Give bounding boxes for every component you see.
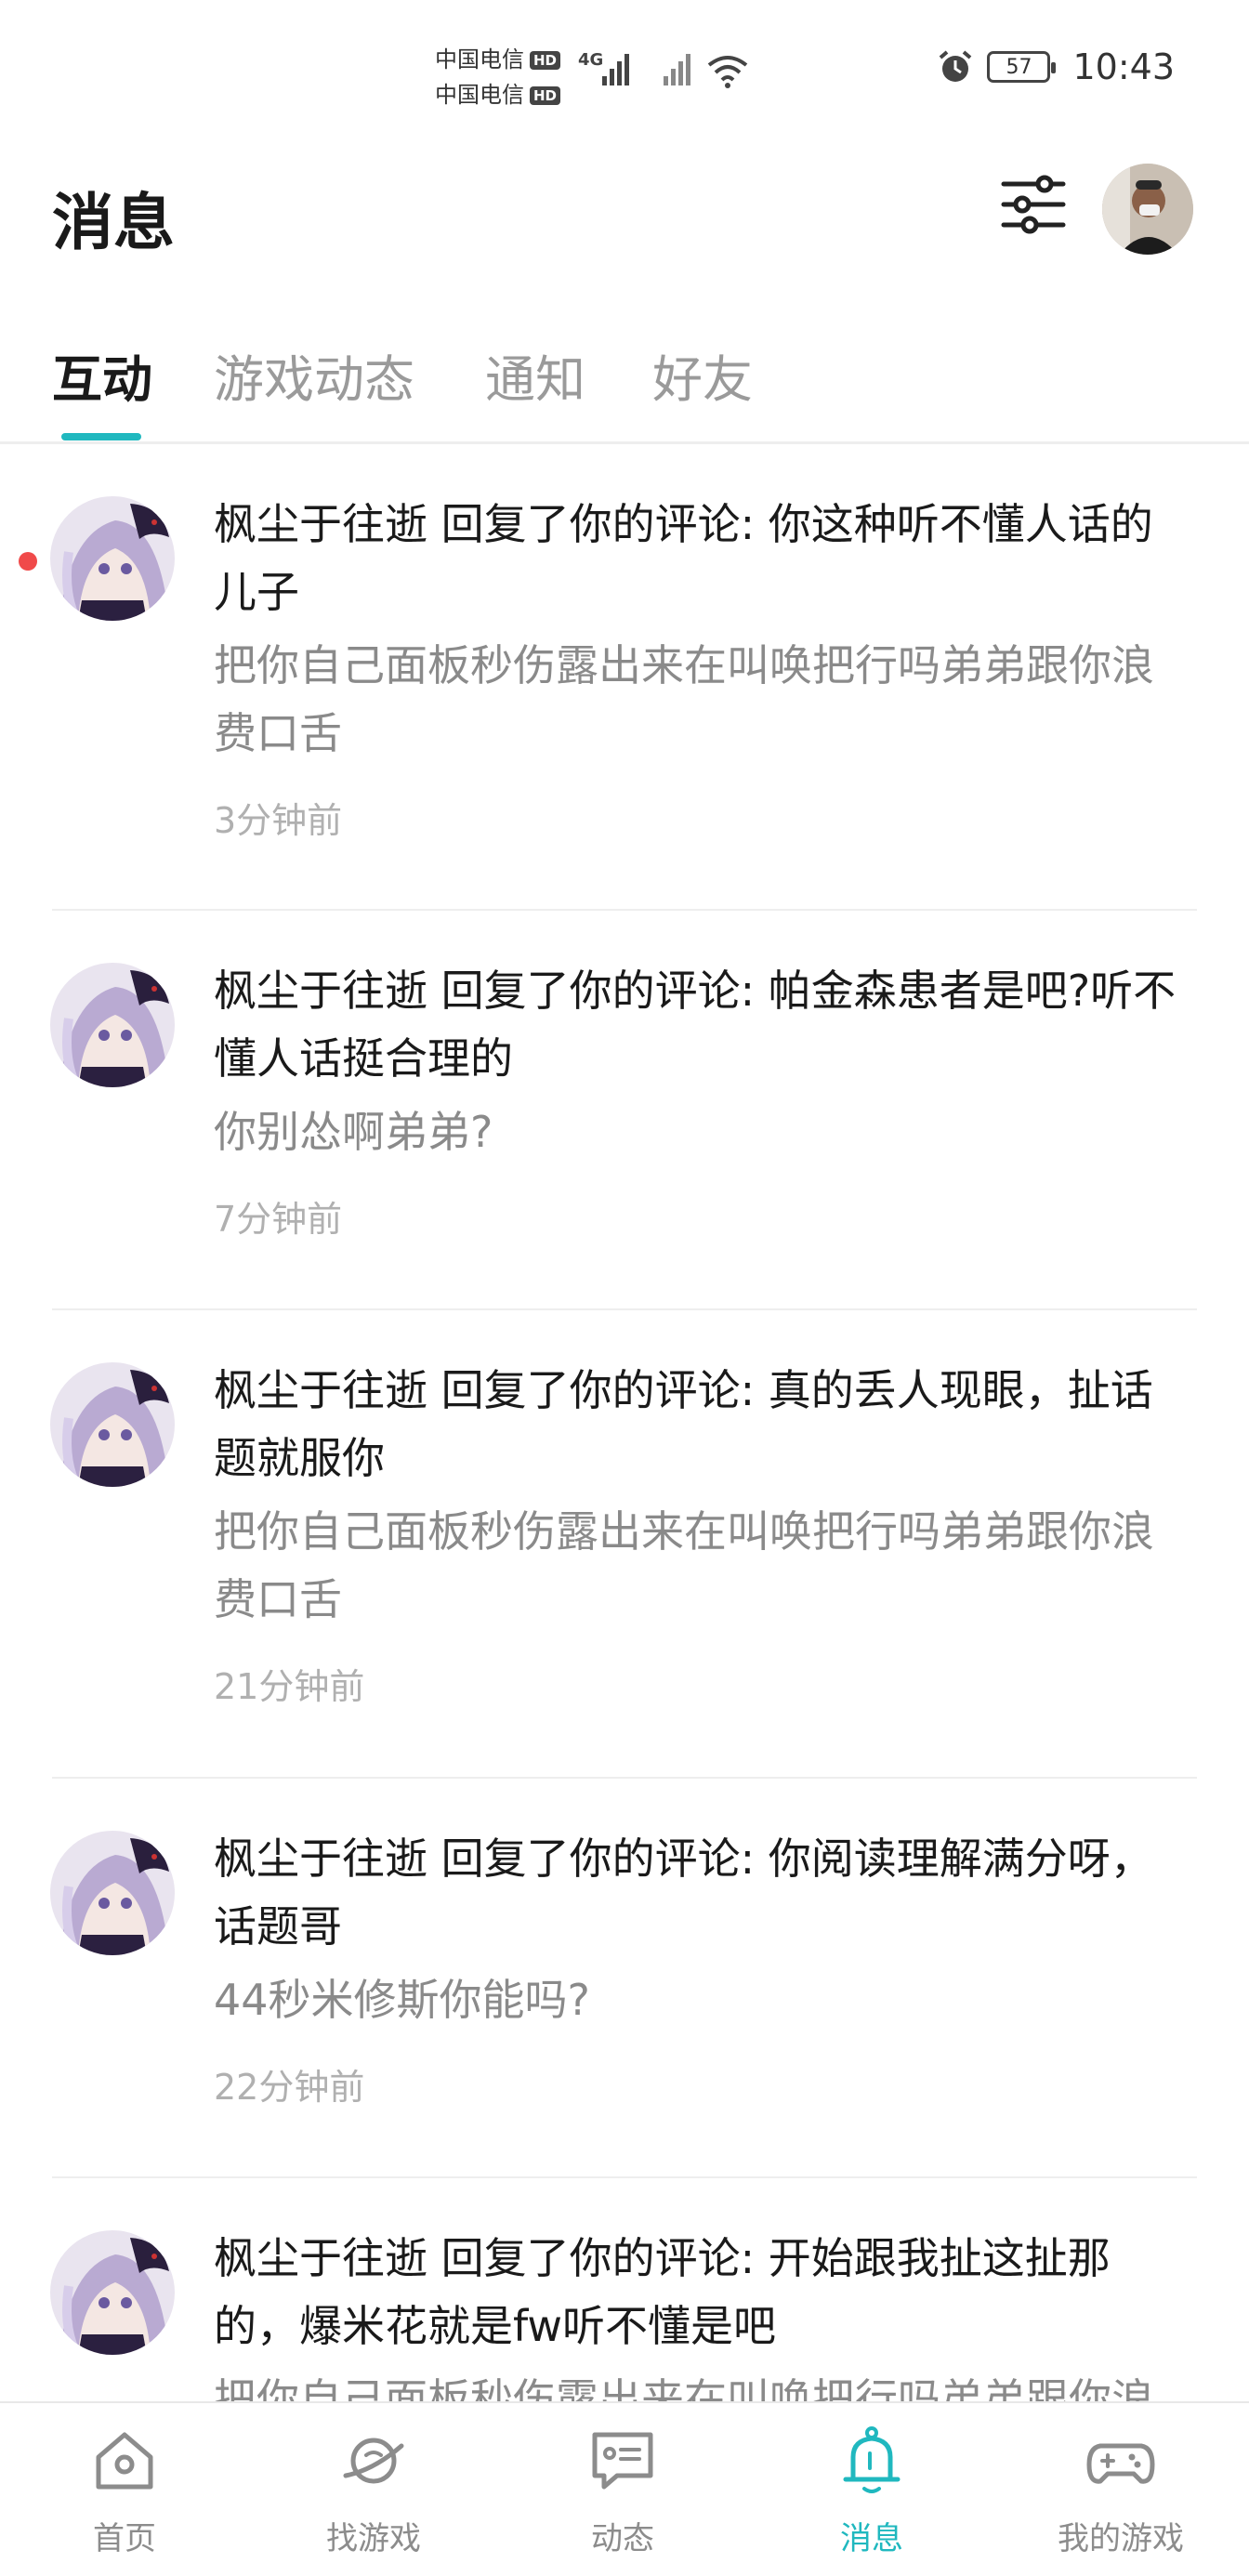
alarm-icon <box>940 50 972 82</box>
user-avatar[interactable] <box>1102 164 1193 255</box>
filter-button[interactable] <box>996 167 1071 242</box>
gamepad-icon <box>1086 2443 1155 2484</box>
nav-find-games[interactable]: 找游戏 <box>249 2403 498 2576</box>
message-time: 7分钟前 <box>214 1199 343 1240</box>
hd-badge: HD <box>530 86 561 105</box>
unread-dot <box>19 552 37 571</box>
message-content: 你别怂啊弟弟? <box>214 1107 493 1157</box>
divider <box>52 1777 1197 1779</box>
cell-signal-icon-2 <box>660 45 701 91</box>
tab-interaction[interactable]: 互动 <box>52 338 152 412</box>
sender-avatar[interactable] <box>50 496 175 621</box>
tab-notifications[interactable]: 通知 <box>485 338 585 412</box>
message-body: 枫尘于往逝 回复了你的评论: 开始跟我扯这扯那的，爆米花就是fw听不懂是吧 把你… <box>214 2225 1177 2401</box>
battery-indicator: 57 <box>987 51 1057 83</box>
message-title: 枫尘于往逝 回复了你的评论: 帕金森患者是吧?听不懂人话挺合理的 <box>214 966 1177 1084</box>
feed-icon <box>592 2432 653 2490</box>
home-icon <box>96 2432 153 2490</box>
clock: 10:43 <box>1072 46 1175 87</box>
divider <box>52 909 1197 911</box>
message-body: 枫尘于往逝 回复了你的评论: 真的丢人现眼，扯话题就服你 把你自己面板秒伤露出来… <box>214 1357 1177 1709</box>
nav-label: 消息 <box>840 2520 903 2557</box>
nav-messages[interactable]: 消息 <box>747 2403 996 2576</box>
nav-home[interactable]: 首页 <box>0 2403 249 2576</box>
message-time: 3分钟前 <box>214 800 343 841</box>
nav-my-games[interactable]: 我的游戏 <box>996 2403 1245 2576</box>
planet-icon <box>343 2438 404 2484</box>
message-content: 把你自己面板秒伤露出来在叫唤把行吗弟弟跟你浪费口舌 <box>214 1506 1154 1624</box>
avatar-photo <box>1102 164 1193 255</box>
cell-signal-icon-1: 4G <box>576 45 634 91</box>
page-title: 消息 <box>52 187 175 258</box>
message-title: 枫尘于往逝 回复了你的评论: 开始跟我扯这扯那的，爆米花就是fw听不懂是吧 <box>214 2233 1111 2351</box>
message-title: 枫尘于往逝 回复了你的评论: 真的丢人现眼，扯话题就服你 <box>214 1365 1153 1483</box>
message-list: 枫尘于往逝 回复了你的评论: 你这种听不懂人话的儿子 把你自己面板秒伤露出来在叫… <box>0 444 1249 2401</box>
carrier-1: 中国电信 HD <box>435 41 561 73</box>
bottom-nav: 首页 找游戏 动态 消息 我的游戏 <box>0 2401 1249 2576</box>
sender-avatar[interactable] <box>50 963 175 1087</box>
app-header: 消息 <box>0 139 1249 288</box>
tab-game-news[interactable]: 游戏动态 <box>214 338 414 412</box>
message-title: 枫尘于往逝 回复了你的评论: 你这种听不懂人话的儿子 <box>214 499 1153 617</box>
message-content: 把你自己面板秒伤露出来在叫唤把行吗弟弟跟你浪费口舌 <box>214 2374 1154 2401</box>
status-bar: 中国电信 HD 中国电信 HD 4G 57 10:43 <box>0 0 1249 139</box>
active-tab-indicator <box>61 433 141 440</box>
message-content: 44秒米修斯你能吗? <box>214 1975 590 2025</box>
svg-text:4G: 4G <box>578 50 603 70</box>
message-body: 枫尘于往逝 回复了你的评论: 你阅读理解满分呀，话题哥 44秒米修斯你能吗? 2… <box>214 1825 1177 2109</box>
message-content: 把你自己面板秒伤露出来在叫唤把行吗弟弟跟你浪费口舌 <box>214 640 1154 758</box>
tab-bar: 互动 游戏动态 通知 好友 <box>0 325 1249 444</box>
nav-feed[interactable]: 动态 <box>498 2403 747 2576</box>
bell-icon <box>843 2426 901 2493</box>
sender-avatar[interactable] <box>50 1362 175 1487</box>
tab-friends[interactable]: 好友 <box>652 338 753 412</box>
status-right: 57 10:43 <box>937 46 1175 87</box>
message-body: 枫尘于往逝 回复了你的评论: 帕金森患者是吧?听不懂人话挺合理的 你别怂啊弟弟?… <box>214 957 1177 1242</box>
sender-avatar[interactable] <box>50 1831 175 1955</box>
message-body: 枫尘于往逝 回复了你的评论: 你这种听不懂人话的儿子 把你自己面板秒伤露出来在叫… <box>214 491 1177 843</box>
divider <box>52 1308 1197 1310</box>
message-time: 22分钟前 <box>214 2067 365 2108</box>
message-title: 枫尘于往逝 回复了你的评论: 你阅读理解满分呀，话题哥 <box>214 1833 1153 1952</box>
nav-label: 首页 <box>93 2520 156 2557</box>
nav-label: 我的游戏 <box>1058 2520 1184 2557</box>
sender-avatar[interactable] <box>50 2230 175 2355</box>
nav-label: 动态 <box>591 2520 654 2557</box>
carrier-2: 中国电信 HD <box>435 76 561 109</box>
message-time: 21分钟前 <box>214 1666 365 1707</box>
nav-label: 找游戏 <box>326 2520 421 2557</box>
wifi-icon <box>704 45 751 91</box>
divider <box>52 2176 1197 2178</box>
hd-badge: HD <box>530 51 561 70</box>
sliders-icon <box>1001 175 1066 234</box>
